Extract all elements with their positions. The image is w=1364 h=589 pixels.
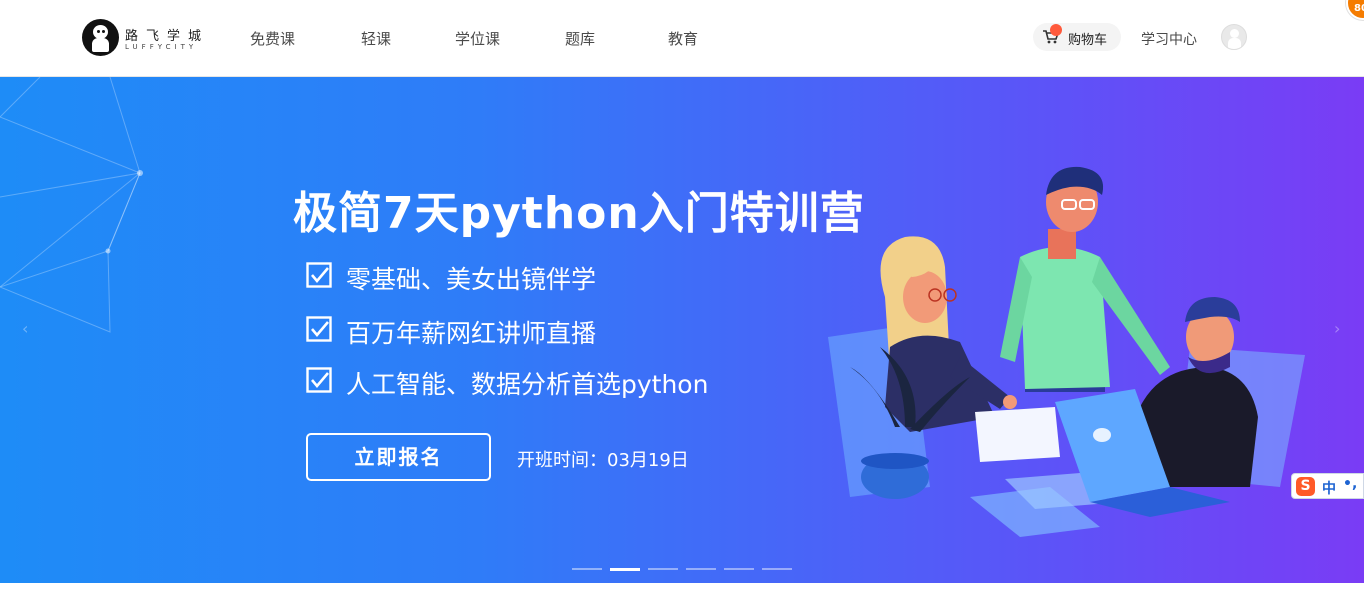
cart-button[interactable]: 购物车 (1033, 23, 1121, 51)
user-avatar[interactable] (1221, 24, 1247, 50)
checkbox-check-icon (306, 316, 332, 342)
carousel-next-arrow[interactable]: › (1334, 319, 1340, 338)
site-header: 路飞学城 LUFFYCITY 免费课 轻课 学位课 题库 教育 购物车 学习中心 (0, 0, 1364, 77)
carousel-dot[interactable] (724, 568, 754, 570)
checkbox-check-icon (306, 367, 332, 393)
logo-text-cn: 路飞学城 (125, 29, 210, 44)
carousel-prev-arrow[interactable]: ‹ (22, 319, 28, 338)
carousel-dot[interactable] (648, 568, 678, 570)
nav-education[interactable]: 教育 (668, 28, 698, 49)
ime-punct-label[interactable]: •, (1343, 476, 1357, 492)
carousel-dot[interactable] (686, 568, 716, 570)
banner-title: 极简7天python入门特训营 (293, 188, 865, 239)
ime-toolbar[interactable]: S 中 •, (1291, 473, 1364, 499)
nav-light-courses[interactable]: 轻课 (361, 28, 391, 49)
hero-banner-carousel[interactable]: ‹ › 极简7天python入门特训营 零基础、美女出镜伴学 百万年薪网红讲师直… (0, 77, 1364, 583)
cart-count-badge (1050, 24, 1062, 36)
study-center-link[interactable]: 学习中心 (1141, 29, 1197, 49)
sogou-logo-icon: S (1296, 477, 1315, 496)
team-illustration (828, 166, 1305, 537)
cart-label: 购物车 (1068, 33, 1108, 48)
nav-free-courses[interactable]: 免费课 (250, 28, 295, 49)
carousel-dot[interactable] (572, 568, 602, 570)
logo-text-en: LUFFYCITY (125, 43, 198, 51)
carousel-dot[interactable] (762, 568, 792, 570)
feature-text: 零基础、美女出镜伴学 (346, 265, 597, 294)
checkbox-check-icon (306, 262, 332, 288)
feature-text: 百万年薪网红讲师直播 (346, 319, 597, 348)
feature-text: 人工智能、数据分析首选python (346, 370, 709, 399)
floating-badge-text: 80 (1354, 3, 1364, 14)
nav-question-bank[interactable]: 题库 (565, 28, 595, 49)
class-start-date: 开班时间：03月19日 (517, 450, 689, 471)
ime-mode-label[interactable]: 中 (1322, 478, 1336, 498)
decorative-network-lines (0, 77, 143, 333)
enroll-button[interactable]: 立即报名 (306, 433, 491, 481)
luffy-mascot-icon (82, 19, 119, 56)
luffycity-logo[interactable]: 路飞学城 LUFFYCITY (82, 19, 212, 59)
nav-degree-courses[interactable]: 学位课 (455, 28, 500, 49)
carousel-dot-active[interactable] (610, 568, 640, 571)
